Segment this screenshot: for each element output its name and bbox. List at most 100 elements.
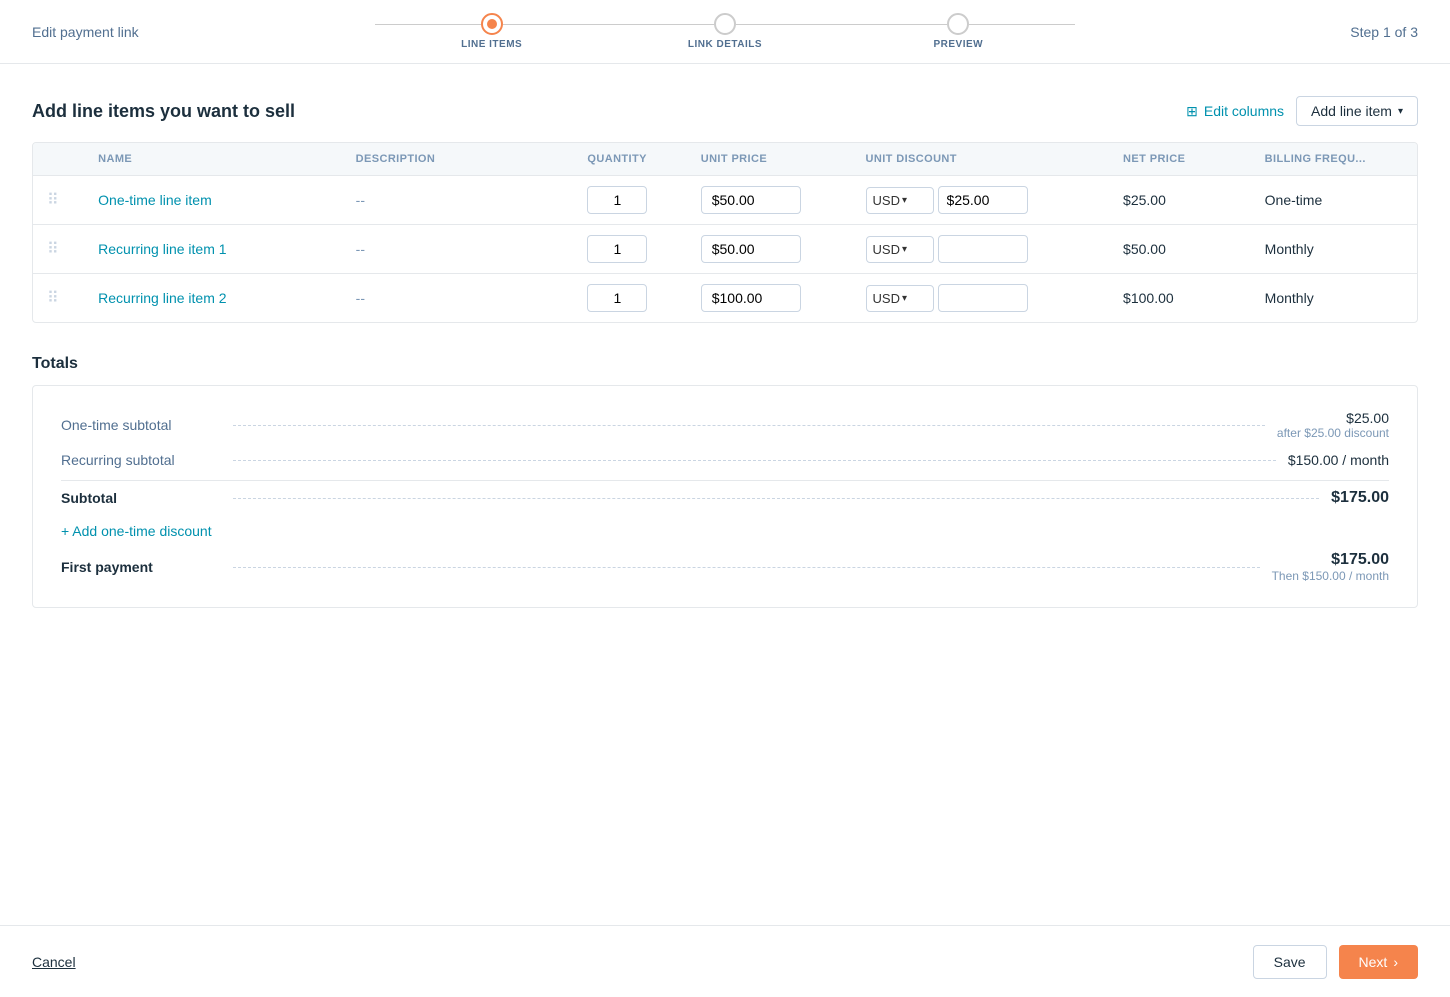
billing-freq-3: Monthly	[1265, 290, 1314, 306]
currency-select-1[interactable]: USD ▾	[866, 187, 934, 214]
item-name-1[interactable]: One-time line item	[98, 192, 212, 208]
step-preview: PREVIEW	[842, 13, 1075, 50]
step-circle-1	[481, 13, 503, 35]
col-header-net-price: NET PRICE	[1109, 143, 1251, 176]
col-header-quantity: QUANTITY	[573, 143, 686, 176]
add-line-item-button[interactable]: Add line item ▾	[1296, 96, 1418, 126]
currency-chevron-icon: ▾	[902, 244, 907, 255]
subtotal-value: $175.00	[1331, 489, 1389, 507]
currency-label-2: USD	[873, 242, 900, 257]
currency-select-2[interactable]: USD ▾	[866, 236, 934, 263]
step-circle-2	[714, 13, 736, 35]
col-header-description: DESCRIPTION	[342, 143, 574, 176]
table-row: ⠿ Recurring line item 2 -- USD ▾	[33, 274, 1417, 323]
currency-chevron-icon: ▾	[902, 293, 907, 304]
subtotal-label: Subtotal	[61, 490, 221, 506]
recurring-subtotal-row: Recurring subtotal $150.00 / month	[61, 452, 1389, 468]
drag-handle-icon[interactable]: ⠿	[47, 241, 59, 258]
table-row: ⠿ Recurring line item 1 -- USD ▾	[33, 225, 1417, 274]
footer-actions: Save Next ›	[1253, 945, 1418, 979]
cancel-button[interactable]: Cancel	[32, 954, 76, 970]
table-icon: ⊞	[1186, 103, 1198, 120]
qty-input-2[interactable]	[587, 235, 647, 263]
dots-divider	[233, 567, 1260, 568]
subtotal-row: Subtotal $175.00	[61, 480, 1389, 507]
unit-price-input-1[interactable]	[701, 186, 801, 214]
first-payment-value-group: $175.00 Then $150.00 / month	[1272, 551, 1389, 583]
step-label-3: PREVIEW	[934, 39, 984, 50]
step-label-2: LINK DETAILS	[688, 39, 762, 50]
totals-card: One-time subtotal $25.00 after $25.00 di…	[32, 385, 1418, 608]
table-row: ⠿ One-time line item -- USD ▾	[33, 176, 1417, 225]
unit-price-input-3[interactable]	[701, 284, 801, 312]
discount-input-1[interactable]	[938, 186, 1028, 214]
save-button[interactable]: Save	[1253, 945, 1327, 979]
dots-divider	[233, 460, 1276, 461]
arrow-right-icon: ›	[1393, 954, 1398, 970]
one-time-subtotal-value: $25.00	[1346, 410, 1389, 426]
discount-wrapper-1: USD ▾	[866, 186, 1096, 214]
next-button[interactable]: Next ›	[1339, 945, 1418, 979]
drag-handle-icon[interactable]: ⠿	[47, 192, 59, 209]
line-items-table: NAME DESCRIPTION QUANTITY UNIT PRICE UNI…	[32, 142, 1418, 323]
discount-input-2[interactable]	[938, 235, 1028, 263]
billing-freq-1: One-time	[1265, 192, 1323, 208]
item-name-3[interactable]: Recurring line item 2	[98, 290, 226, 306]
edit-columns-button[interactable]: ⊞ Edit columns	[1186, 103, 1284, 120]
one-time-subtotal-sub: after $25.00 discount	[1277, 426, 1389, 440]
item-desc-1: --	[356, 192, 365, 208]
totals-section: Totals One-time subtotal $25.00 after $2…	[32, 355, 1418, 608]
step-indicator: Step 1 of 3	[1350, 24, 1418, 40]
item-desc-3: --	[356, 290, 365, 306]
currency-chevron-icon: ▾	[902, 195, 907, 206]
discount-wrapper-3: USD ▾	[866, 284, 1096, 312]
add-discount-row: + Add one-time discount	[61, 523, 1389, 539]
col-header-name: NAME	[84, 143, 342, 176]
stepper: LINE ITEMS LINK DETAILS PREVIEW	[375, 13, 1075, 50]
first-payment-row: First payment $175.00 Then $150.00 / mon…	[61, 551, 1389, 583]
main-content: Add line items you want to sell ⊞ Edit c…	[0, 64, 1450, 925]
first-payment-value: $175.00	[1331, 551, 1389, 569]
billing-freq-2: Monthly	[1265, 241, 1314, 257]
discount-input-3[interactable]	[938, 284, 1028, 312]
currency-select-3[interactable]: USD ▾	[866, 285, 934, 312]
chevron-down-icon: ▾	[1398, 106, 1403, 117]
first-payment-sub: Then $150.00 / month	[1272, 569, 1389, 583]
add-discount-link[interactable]: + Add one-time discount	[61, 523, 212, 539]
header-title: Edit payment link	[32, 24, 139, 40]
one-time-subtotal-value-group: $25.00 after $25.00 discount	[1277, 410, 1389, 440]
recurring-subtotal-label: Recurring subtotal	[61, 452, 221, 468]
col-header-billing-freq: BILLING FREQU...	[1251, 143, 1417, 176]
qty-input-3[interactable]	[587, 284, 647, 312]
step-label-1: LINE ITEMS	[461, 39, 522, 50]
item-desc-2: --	[356, 241, 365, 257]
net-price-2: $50.00	[1123, 241, 1166, 257]
first-payment-label: First payment	[61, 559, 221, 575]
header: Edit payment link LINE ITEMS LINK DETAIL…	[0, 0, 1450, 64]
net-price-3: $100.00	[1123, 290, 1174, 306]
net-price-1: $25.00	[1123, 192, 1166, 208]
footer: Cancel Save Next ›	[0, 925, 1450, 997]
section-title: Add line items you want to sell	[32, 101, 295, 122]
dots-divider	[233, 498, 1319, 499]
currency-label-1: USD	[873, 193, 900, 208]
col-header-unit-discount: UNIT DISCOUNT	[852, 143, 1110, 176]
dots-divider	[233, 425, 1265, 426]
heading-actions: ⊞ Edit columns Add line item ▾	[1186, 96, 1418, 126]
qty-input-1[interactable]	[587, 186, 647, 214]
unit-price-input-2[interactable]	[701, 235, 801, 263]
recurring-subtotal-value: $150.00 / month	[1288, 452, 1389, 468]
one-time-subtotal-label: One-time subtotal	[61, 417, 221, 433]
currency-label-3: USD	[873, 291, 900, 306]
table-header-row: NAME DESCRIPTION QUANTITY UNIT PRICE UNI…	[33, 143, 1417, 176]
item-name-2[interactable]: Recurring line item 1	[98, 241, 226, 257]
one-time-subtotal-row: One-time subtotal $25.00 after $25.00 di…	[61, 410, 1389, 440]
col-header-unit-price: UNIT PRICE	[687, 143, 852, 176]
section-heading: Add line items you want to sell ⊞ Edit c…	[32, 96, 1418, 126]
step-link-details: LINK DETAILS	[608, 13, 841, 50]
discount-wrapper-2: USD ▾	[866, 235, 1096, 263]
totals-title: Totals	[32, 355, 1418, 373]
step-circle-3	[947, 13, 969, 35]
step-line-items: LINE ITEMS	[375, 13, 608, 50]
drag-handle-icon[interactable]: ⠿	[47, 290, 59, 307]
